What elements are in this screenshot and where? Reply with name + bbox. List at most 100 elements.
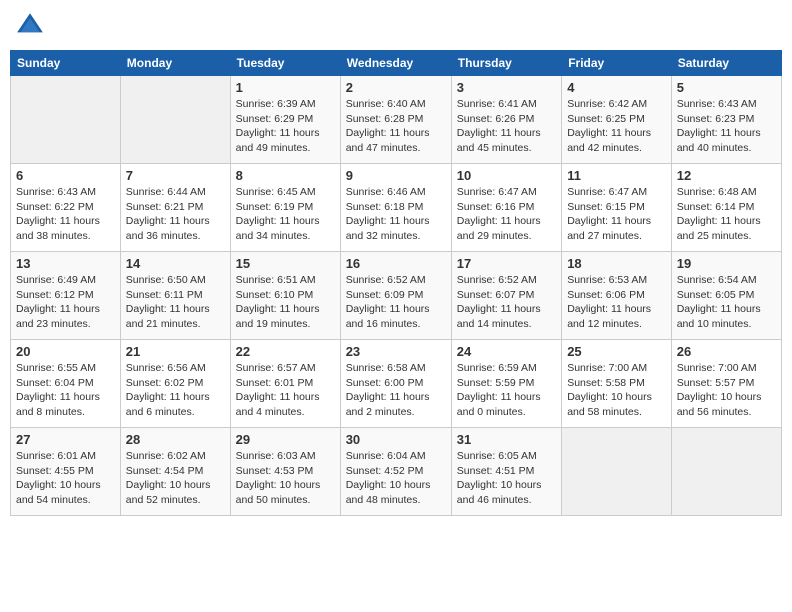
day-cell: 10 Sunrise: 6:47 AM Sunset: 6:16 PM Dayli… [451,164,561,252]
day-number: 17 [457,256,556,271]
day-cell: 1 Sunrise: 6:39 AM Sunset: 6:29 PM Daylig… [230,76,340,164]
day-info: Sunrise: 6:52 AM Sunset: 6:07 PM Dayligh… [457,273,556,332]
header-day-friday: Friday [562,51,672,76]
day-number: 13 [16,256,115,271]
header-row: SundayMondayTuesdayWednesdayThursdayFrid… [11,51,782,76]
calendar-table: SundayMondayTuesdayWednesdayThursdayFrid… [10,50,782,516]
day-info: Sunrise: 6:40 AM Sunset: 6:28 PM Dayligh… [346,97,446,156]
logo-icon [14,10,46,42]
day-number: 8 [236,168,335,183]
calendar-header: SundayMondayTuesdayWednesdayThursdayFrid… [11,51,782,76]
day-number: 6 [16,168,115,183]
week-row-4: 20 Sunrise: 6:55 AM Sunset: 6:04 PM Dayli… [11,340,782,428]
day-number: 27 [16,432,115,447]
day-info: Sunrise: 6:41 AM Sunset: 6:26 PM Dayligh… [457,97,556,156]
day-info: Sunrise: 6:47 AM Sunset: 6:16 PM Dayligh… [457,185,556,244]
day-cell: 5 Sunrise: 6:43 AM Sunset: 6:23 PM Daylig… [671,76,781,164]
day-number: 26 [677,344,776,359]
day-info: Sunrise: 6:57 AM Sunset: 6:01 PM Dayligh… [236,361,335,420]
day-number: 22 [236,344,335,359]
day-number: 20 [16,344,115,359]
day-number: 12 [677,168,776,183]
day-cell: 30 Sunrise: 6:04 AM Sunset: 4:52 PM Dayli… [340,428,451,516]
day-info: Sunrise: 6:52 AM Sunset: 6:09 PM Dayligh… [346,273,446,332]
week-row-1: 1 Sunrise: 6:39 AM Sunset: 6:29 PM Daylig… [11,76,782,164]
header-day-monday: Monday [120,51,230,76]
day-info: Sunrise: 6:05 AM Sunset: 4:51 PM Dayligh… [457,449,556,508]
day-cell: 22 Sunrise: 6:57 AM Sunset: 6:01 PM Dayli… [230,340,340,428]
day-number: 31 [457,432,556,447]
page-header [10,10,782,42]
header-day-thursday: Thursday [451,51,561,76]
day-cell [11,76,121,164]
day-number: 25 [567,344,666,359]
day-info: Sunrise: 6:55 AM Sunset: 6:04 PM Dayligh… [16,361,115,420]
logo [14,10,50,42]
day-cell: 12 Sunrise: 6:48 AM Sunset: 6:14 PM Dayli… [671,164,781,252]
day-info: Sunrise: 6:04 AM Sunset: 4:52 PM Dayligh… [346,449,446,508]
day-info: Sunrise: 6:53 AM Sunset: 6:06 PM Dayligh… [567,273,666,332]
day-info: Sunrise: 6:39 AM Sunset: 6:29 PM Dayligh… [236,97,335,156]
day-number: 15 [236,256,335,271]
day-number: 24 [457,344,556,359]
day-number: 21 [126,344,225,359]
day-number: 2 [346,80,446,95]
day-number: 11 [567,168,666,183]
day-cell: 25 Sunrise: 7:00 AM Sunset: 5:58 PM Dayli… [562,340,672,428]
day-cell: 28 Sunrise: 6:02 AM Sunset: 4:54 PM Dayli… [120,428,230,516]
day-info: Sunrise: 7:00 AM Sunset: 5:58 PM Dayligh… [567,361,666,420]
day-cell: 23 Sunrise: 6:58 AM Sunset: 6:00 PM Dayli… [340,340,451,428]
day-number: 9 [346,168,446,183]
day-info: Sunrise: 6:58 AM Sunset: 6:00 PM Dayligh… [346,361,446,420]
day-info: Sunrise: 6:56 AM Sunset: 6:02 PM Dayligh… [126,361,225,420]
day-number: 29 [236,432,335,447]
day-cell [671,428,781,516]
day-info: Sunrise: 6:46 AM Sunset: 6:18 PM Dayligh… [346,185,446,244]
day-info: Sunrise: 6:03 AM Sunset: 4:53 PM Dayligh… [236,449,335,508]
header-day-saturday: Saturday [671,51,781,76]
week-row-5: 27 Sunrise: 6:01 AM Sunset: 4:55 PM Dayli… [11,428,782,516]
day-cell: 13 Sunrise: 6:49 AM Sunset: 6:12 PM Dayli… [11,252,121,340]
day-info: Sunrise: 6:42 AM Sunset: 6:25 PM Dayligh… [567,97,666,156]
day-number: 3 [457,80,556,95]
day-info: Sunrise: 6:48 AM Sunset: 6:14 PM Dayligh… [677,185,776,244]
day-cell [120,76,230,164]
day-info: Sunrise: 6:01 AM Sunset: 4:55 PM Dayligh… [16,449,115,508]
day-info: Sunrise: 6:54 AM Sunset: 6:05 PM Dayligh… [677,273,776,332]
day-cell: 7Sunrise: 6:44 AM Sunset: 6:21 PM Daylig… [120,164,230,252]
day-cell: 9 Sunrise: 6:46 AM Sunset: 6:18 PM Daylig… [340,164,451,252]
day-number: 1 [236,80,335,95]
day-cell: 20 Sunrise: 6:55 AM Sunset: 6:04 PM Dayli… [11,340,121,428]
calendar-body: 1 Sunrise: 6:39 AM Sunset: 6:29 PM Daylig… [11,76,782,516]
day-info: Sunrise: 6:43 AM Sunset: 6:23 PM Dayligh… [677,97,776,156]
day-number: 10 [457,168,556,183]
day-cell: 2 Sunrise: 6:40 AM Sunset: 6:28 PM Daylig… [340,76,451,164]
day-cell: 16Sunrise: 6:52 AM Sunset: 6:09 PM Dayli… [340,252,451,340]
day-number: 5 [677,80,776,95]
day-cell: 3 Sunrise: 6:41 AM Sunset: 6:26 PM Daylig… [451,76,561,164]
day-info: Sunrise: 6:43 AM Sunset: 6:22 PM Dayligh… [16,185,115,244]
day-cell: 24 Sunrise: 6:59 AM Sunset: 5:59 PM Dayli… [451,340,561,428]
week-row-2: 6 Sunrise: 6:43 AM Sunset: 6:22 PM Daylig… [11,164,782,252]
day-info: Sunrise: 6:02 AM Sunset: 4:54 PM Dayligh… [126,449,225,508]
day-info: Sunrise: 6:50 AM Sunset: 6:11 PM Dayligh… [126,273,225,332]
day-info: Sunrise: 6:45 AM Sunset: 6:19 PM Dayligh… [236,185,335,244]
day-number: 19 [677,256,776,271]
day-info: Sunrise: 6:59 AM Sunset: 5:59 PM Dayligh… [457,361,556,420]
day-cell: 27 Sunrise: 6:01 AM Sunset: 4:55 PM Dayli… [11,428,121,516]
day-cell [562,428,672,516]
header-day-wednesday: Wednesday [340,51,451,76]
day-info: Sunrise: 7:00 AM Sunset: 5:57 PM Dayligh… [677,361,776,420]
day-number: 18 [567,256,666,271]
day-info: Sunrise: 6:49 AM Sunset: 6:12 PM Dayligh… [16,273,115,332]
day-cell: 19 Sunrise: 6:54 AM Sunset: 6:05 PM Dayli… [671,252,781,340]
day-cell: 4Sunrise: 6:42 AM Sunset: 6:25 PM Daylig… [562,76,672,164]
day-number: 28 [126,432,225,447]
day-info: Sunrise: 6:51 AM Sunset: 6:10 PM Dayligh… [236,273,335,332]
day-cell: 18 Sunrise: 6:53 AM Sunset: 6:06 PM Dayli… [562,252,672,340]
day-cell: 17 Sunrise: 6:52 AM Sunset: 6:07 PM Dayli… [451,252,561,340]
day-cell: 15 Sunrise: 6:51 AM Sunset: 6:10 PM Dayli… [230,252,340,340]
day-number: 30 [346,432,446,447]
day-cell: 31 Sunrise: 6:05 AM Sunset: 4:51 PM Dayli… [451,428,561,516]
day-number: 23 [346,344,446,359]
